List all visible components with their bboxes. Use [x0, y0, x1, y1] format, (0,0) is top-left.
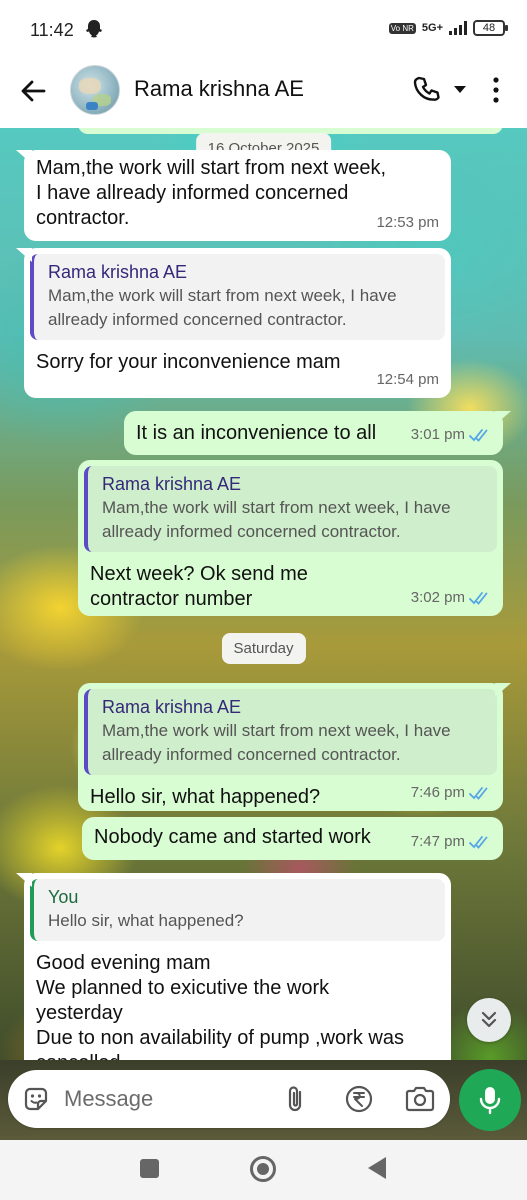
message-bubble-outgoing[interactable]: Rama krishna AE Mam,the work will start …	[78, 683, 503, 811]
message-composer[interactable]	[8, 1070, 450, 1128]
message-time: 12:54 pm	[376, 367, 439, 392]
quoted-message[interactable]: Rama krishna AE Mam,the work will start …	[30, 254, 445, 340]
message-text: Good evening mam We planned to exicutive…	[36, 952, 404, 1070]
mic-icon	[479, 1087, 501, 1115]
message-time-label: 7:46 pm	[410, 784, 465, 801]
camera-icon[interactable]	[404, 1084, 436, 1114]
message-bubble-incoming[interactable]: Rama krishna AE Mam,the work will start …	[24, 248, 451, 398]
scroll-to-bottom-button[interactable]	[467, 998, 511, 1042]
arrow-left-icon[interactable]	[18, 76, 48, 106]
message-bubble-incoming[interactable]: You Hello sir, what happened? Good eveni…	[24, 873, 451, 1070]
message-time-label: 12:54 pm	[376, 371, 439, 388]
contact-name[interactable]: Rama krishna AE	[134, 76, 304, 102]
read-ticks-icon	[469, 428, 488, 442]
status-bar: 11:42 Vo NR 5G+ 48	[0, 0, 527, 62]
contact-avatar[interactable]	[70, 65, 120, 115]
home-button[interactable]	[250, 1156, 276, 1182]
read-ticks-icon	[469, 786, 488, 800]
recents-button[interactable]	[140, 1159, 159, 1178]
volte-badge: Vo NR	[388, 22, 416, 34]
battery-icon: 48	[473, 20, 508, 36]
message-time: 12:53 pm	[376, 210, 439, 235]
network-type: 5G+	[421, 22, 443, 34]
rupee-icon[interactable]	[344, 1084, 374, 1114]
caret-down-icon[interactable]	[451, 82, 469, 96]
quoted-message[interactable]: Rama krishna AE Mam,the work will start …	[84, 689, 497, 775]
snapchat-ghost-icon	[86, 20, 102, 38]
more-vert-icon[interactable]	[486, 76, 506, 104]
message-time-label: 12:53 pm	[376, 214, 439, 231]
quoted-message[interactable]: Rama krishna AE Mam,the work will start …	[84, 466, 497, 552]
date-chip: Saturday	[221, 633, 306, 664]
message-time: 3:02 pm	[411, 585, 491, 610]
double-chevron-down-icon	[481, 1011, 497, 1028]
quoted-message[interactable]: You Hello sir, what happened?	[30, 879, 445, 941]
paperclip-icon[interactable]	[284, 1084, 308, 1114]
chat-area[interactable]: 16 October 2025 Mam,the work will start …	[0, 128, 527, 1070]
message-bubble-outgoing[interactable]: It is an inconvenience to all 3:01 pm	[124, 411, 503, 455]
message-time-label: 3:02 pm	[410, 589, 465, 606]
message-time: 7:47 pm	[411, 829, 491, 854]
message-bubble-outgoing[interactable]: Rama krishna AE Mam,the work will start …	[78, 460, 503, 616]
status-time: 11:42	[30, 20, 74, 40]
sticker-icon[interactable]	[22, 1085, 50, 1113]
signal-icon	[449, 21, 467, 35]
back-button[interactable]	[368, 1157, 386, 1179]
message-bubble-outgoing[interactable]: Nobody came and started work 7:47 pm	[82, 817, 503, 860]
read-ticks-icon	[469, 835, 488, 849]
quoted-text: Hello sir, what happened?	[48, 911, 244, 930]
phone-icon[interactable]	[413, 75, 441, 103]
quoted-text: Mam,the work will start from next week, …	[102, 498, 451, 541]
message-bubble-incoming[interactable]: Mam,the work will start from next week, …	[24, 150, 451, 241]
message-time: 3:01 pm	[411, 422, 491, 447]
message-time-label: 3:01 pm	[410, 426, 465, 443]
system-navigation-bar	[0, 1140, 527, 1200]
quoted-sender: Rama krishna AE	[48, 262, 188, 282]
status-indicators: Vo NR 5G+ 48	[388, 20, 508, 36]
message-time-label: 7:47 pm	[410, 833, 465, 850]
quoted-sender: Rama krishna AE	[102, 474, 242, 494]
read-ticks-icon	[469, 591, 488, 605]
mic-button[interactable]	[459, 1069, 521, 1131]
quoted-sender: Rama krishna AE	[102, 697, 242, 717]
quoted-text: Mam,the work will start from next week, …	[102, 721, 451, 764]
chat-header: Rama krishna AE	[0, 62, 527, 128]
quoted-sender: You	[48, 887, 79, 907]
quoted-text: Mam,the work will start from next week, …	[48, 286, 397, 329]
message-time: 7:46 pm	[411, 780, 491, 805]
message-input[interactable]	[64, 1080, 264, 1118]
